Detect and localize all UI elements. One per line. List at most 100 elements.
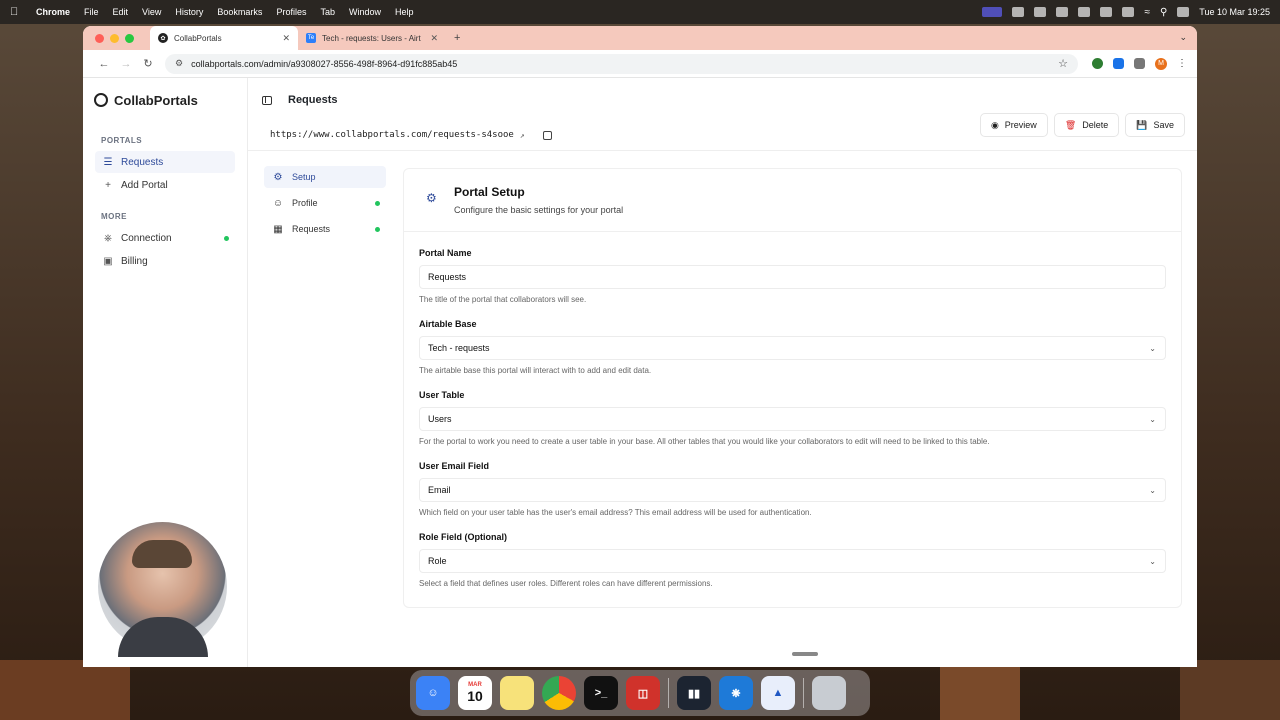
select-value: Role bbox=[428, 556, 447, 566]
back-arrow-icon[interactable]: ← bbox=[93, 58, 115, 70]
subnav-item-setup[interactable]: ⚙ Setup bbox=[264, 166, 386, 188]
webcam-person-shirt bbox=[118, 617, 208, 657]
sidebar-item-add-portal[interactable]: + Add Portal bbox=[95, 174, 235, 196]
sidebar-item-label: Add Portal bbox=[121, 179, 168, 191]
preview-button-label: Preview bbox=[1004, 120, 1037, 130]
menu-profiles[interactable]: Profiles bbox=[276, 7, 306, 17]
app-icon[interactable]: ▲ bbox=[761, 676, 795, 710]
toggle-sidebar-icon[interactable] bbox=[262, 95, 272, 105]
settings-app-icon[interactable]: ❋ bbox=[719, 676, 753, 710]
cloud-icon[interactable] bbox=[1078, 7, 1091, 17]
menu-view[interactable]: View bbox=[142, 7, 161, 17]
copy-icon[interactable] bbox=[542, 130, 552, 140]
select-value: Users bbox=[428, 414, 452, 424]
brand[interactable]: CollabPortals bbox=[83, 78, 247, 122]
menu-edit[interactable]: Edit bbox=[113, 7, 129, 17]
card-header: ⚙ Portal Setup Configure the basic setti… bbox=[404, 169, 1181, 232]
control-center-icon[interactable] bbox=[1177, 7, 1190, 17]
trash-icon[interactable] bbox=[812, 676, 846, 710]
select-value: Tech - requests bbox=[428, 343, 490, 353]
more-section-label: MORE bbox=[101, 212, 127, 221]
browser-tab-collabportals[interactable]: ✿ CollabPortals ✕ bbox=[150, 26, 298, 50]
more-options-icon[interactable]: ⋮ bbox=[1177, 58, 1187, 69]
forward-arrow-icon[interactable]: → bbox=[115, 58, 137, 70]
menu-app-name[interactable]: Chrome bbox=[36, 7, 70, 17]
reload-icon[interactable]: ↻ bbox=[137, 57, 159, 70]
minimize-window-button[interactable] bbox=[110, 33, 119, 43]
app-status-icon[interactable] bbox=[1034, 7, 1047, 17]
stats-icon[interactable] bbox=[1056, 7, 1069, 17]
menu-bookmarks[interactable]: Bookmarks bbox=[217, 7, 262, 17]
user-table-select[interactable]: Users ⌄ bbox=[419, 407, 1166, 431]
role-field-select[interactable]: Role ⌄ bbox=[419, 549, 1166, 573]
menu-tab[interactable]: Tab bbox=[320, 7, 335, 17]
trash-icon: 🗑 bbox=[1064, 119, 1077, 130]
portal-name-input[interactable]: Requests bbox=[419, 265, 1166, 289]
database-app-icon[interactable]: ◫ bbox=[626, 676, 660, 710]
apple-icon[interactable]:  bbox=[10, 6, 24, 18]
url-field[interactable]: ⚙ collabportals.com/admin/a9308027-8556-… bbox=[165, 53, 1078, 74]
wallpaper-tree-trunk bbox=[940, 660, 1020, 720]
subnav-item-label: Profile bbox=[292, 198, 318, 208]
save-button-label: Save bbox=[1153, 120, 1174, 130]
header-divider bbox=[248, 150, 1197, 151]
layers-icon: ☰ bbox=[103, 156, 113, 168]
menu-help[interactable]: Help bbox=[395, 7, 414, 17]
plus-icon: + bbox=[105, 179, 111, 191]
external-link-icon[interactable]: ↗ bbox=[520, 131, 525, 140]
browser-window: ✿ CollabPortals ✕ Te Tech - requests: Us… bbox=[83, 26, 1197, 667]
battery-icon[interactable] bbox=[1122, 7, 1135, 17]
sidebar-item-connection[interactable]: ⎈ Connection bbox=[95, 227, 235, 249]
menu-window[interactable]: Window bbox=[349, 7, 381, 17]
menu-history[interactable]: History bbox=[175, 7, 203, 17]
chrome-icon[interactable] bbox=[542, 676, 576, 710]
window-controls bbox=[95, 33, 134, 43]
extension-icon[interactable] bbox=[1092, 58, 1103, 69]
scroll-handle[interactable] bbox=[792, 652, 818, 656]
complete-status-dot bbox=[375, 226, 380, 232]
sidebar-item-requests[interactable]: ☰ Requests bbox=[95, 151, 235, 173]
sidebar-item-billing[interactable]: ▣ Billing bbox=[95, 250, 235, 272]
dock-separator bbox=[668, 678, 669, 708]
field-label-portal-name: Portal Name bbox=[419, 248, 472, 258]
calendar-icon[interactable]: MAR 10 bbox=[458, 676, 492, 710]
site-info-icon[interactable]: ⚙ bbox=[175, 58, 183, 69]
new-tab-icon[interactable]: + bbox=[454, 32, 460, 44]
terminal-icon[interactable]: >_ bbox=[584, 676, 618, 710]
delete-button-label: Delete bbox=[1082, 120, 1109, 130]
subnav-item-profile[interactable]: ☺ Profile bbox=[264, 192, 386, 214]
extension-icon[interactable] bbox=[1113, 58, 1124, 69]
close-window-button[interactable] bbox=[95, 33, 104, 43]
close-tab-icon[interactable]: ✕ bbox=[282, 33, 290, 44]
preview-button[interactable]: ◉ Preview bbox=[979, 113, 1048, 137]
user-email-field-select[interactable]: Email ⌄ bbox=[419, 478, 1166, 502]
browser-tab-airtable[interactable]: Te Tech - requests: Users - Airt ✕ bbox=[298, 26, 446, 50]
fullscreen-window-button[interactable] bbox=[125, 33, 134, 43]
header-actions: ◉ Preview 🗑 Delete 💾 Save bbox=[979, 113, 1185, 137]
portal-url-link[interactable]: https://www.collabportals.com/requests-s… bbox=[270, 130, 514, 140]
search-icon[interactable]: ⚲ bbox=[1160, 7, 1167, 18]
menu-file[interactable]: File bbox=[84, 7, 99, 17]
profile-avatar[interactable]: M bbox=[1155, 57, 1167, 70]
sidebar: CollabPortals PORTALS ☰ Requests + Add P… bbox=[83, 78, 248, 667]
airtable-base-select[interactable]: Tech - requests ⌄ bbox=[419, 336, 1166, 360]
close-tab-icon[interactable]: ✕ bbox=[430, 33, 438, 44]
checkmark-status-icon[interactable] bbox=[1100, 7, 1113, 17]
address-bar: ← → ↻ ⚙ collabportals.com/admin/a9308027… bbox=[83, 50, 1197, 78]
bookmark-star-icon[interactable]: ☆ bbox=[1058, 57, 1068, 70]
notes-icon[interactable] bbox=[500, 676, 534, 710]
menu-bar-clock[interactable]: Tue 10 Mar 19:25 bbox=[1199, 7, 1270, 17]
wifi-icon[interactable]: ≈ bbox=[1144, 7, 1150, 18]
save-button[interactable]: 💾 Save bbox=[1125, 113, 1185, 137]
subnav-item-requests[interactable]: ▦ Requests bbox=[264, 218, 386, 240]
istat-menus-icon[interactable]: ▮▮ bbox=[677, 676, 711, 710]
screen-recording-icon[interactable] bbox=[982, 7, 1003, 17]
setup-form: Portal Name Requests The title of the po… bbox=[404, 232, 1181, 588]
brand-name: CollabPortals bbox=[114, 92, 198, 108]
finder-icon[interactable]: ☺ bbox=[416, 676, 450, 710]
camera-icon[interactable] bbox=[1012, 7, 1025, 17]
delete-button[interactable]: 🗑 Delete bbox=[1053, 113, 1120, 137]
select-value: Email bbox=[428, 485, 451, 495]
puzzle-icon[interactable] bbox=[1134, 58, 1145, 69]
tab-search-chevron-icon[interactable]: ⌄ bbox=[1179, 32, 1187, 43]
